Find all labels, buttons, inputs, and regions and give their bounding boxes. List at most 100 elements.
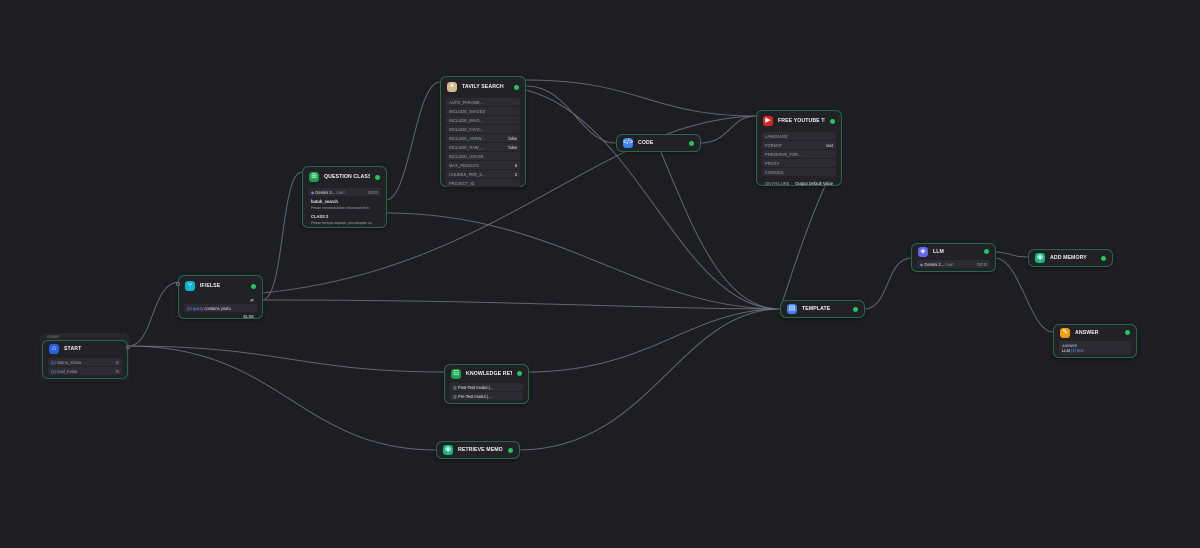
edit-icon[interactable]: ⊡ xyxy=(116,369,119,374)
edge-start-ifelse xyxy=(127,281,181,347)
youtube-node-title: FREE YOUTUBE TRANSCRI... xyxy=(778,118,825,124)
edge-knowledge-template xyxy=(527,308,781,373)
param-row[interactable]: INCLUDE_IMAGES xyxy=(446,107,520,115)
edit-icon[interactable]: ⊡ xyxy=(116,360,119,365)
class-1-name: butuh_search xyxy=(311,198,338,204)
document-icon: ▥ xyxy=(453,393,457,399)
status-success-icon xyxy=(508,447,513,453)
param-row[interactable]: PRESERVE_FOR... xyxy=(762,150,836,158)
param-row[interactable]: COOKIES xyxy=(762,168,836,176)
answer-node-title: ANSWER xyxy=(1075,329,1099,336)
knowledge-item-name: Post-Test modul (... xyxy=(458,384,494,390)
param-row[interactable]: PROJECT_ID xyxy=(446,179,520,187)
class-2-desc: Pesan berupa sapaan, percakapan us xyxy=(311,220,372,225)
llm-node[interactable]: ◈ LLM ◆ Gemini 3... CHAT ⊡⊡⊡ xyxy=(911,243,996,272)
model-badge: CHAT xyxy=(945,262,954,267)
status-success-icon xyxy=(853,306,858,312)
retrieve-memory-node-title: RETRIEVE MEMORY xyxy=(458,447,503,453)
param-name: PRESERVE_FOR... xyxy=(765,151,802,157)
param-row[interactable]: INCLUDE_USAGE xyxy=(446,152,520,160)
class-2-name-row: CLASS 2 xyxy=(308,213,381,219)
knowledge-retrieval-node[interactable]: ⊟ KNOWLEDGE RETRIEVAL ▥ Post-Test modul … xyxy=(444,364,529,404)
status-success-icon xyxy=(375,174,380,180)
param-name: PROXY xyxy=(765,160,780,166)
gemini-icon: ◆ xyxy=(920,261,924,267)
param-row[interactable]: INCLUDE_FAVIC... xyxy=(446,125,520,133)
edge-retrieve-template xyxy=(518,308,781,451)
answer-node[interactable]: ✎ ANSWER ANSWER LLM {x} text xyxy=(1053,324,1137,358)
knowledge-icon: ⊟ xyxy=(451,368,461,379)
model-selector[interactable]: ◆ Gemini 3... CHAT ⊡⊡⊡ xyxy=(917,260,990,268)
home-icon: ⌂ xyxy=(49,344,59,354)
param-row[interactable]: INCLUDE_IMAG... xyxy=(446,116,520,124)
model-selector[interactable]: ◆ Gemini 3... CHAT ⊡⊡⊡ xyxy=(308,188,381,196)
knowledge-item-name: Pre-Test modul (... xyxy=(458,393,492,399)
template-node-title: TEMPLATE xyxy=(802,306,831,312)
workflow-edges xyxy=(127,79,1054,451)
memory-icon: ◉ xyxy=(443,445,453,455)
edge-llm-answer xyxy=(994,257,1054,333)
knowledge-item[interactable]: ▥ Pre-Test modul (... xyxy=(450,392,523,400)
add-memory-node[interactable]: ◉ ADD MEMORY xyxy=(1028,249,1113,267)
status-success-icon xyxy=(517,371,522,376)
on-failure-label: ON FAILURE xyxy=(765,180,790,186)
model-name: Gemini 3... xyxy=(315,189,336,195)
class-1-name-row: butuh_search xyxy=(308,198,381,204)
ifelse-node-title: IF/ELSE xyxy=(200,283,221,289)
status-success-icon xyxy=(830,118,835,124)
param-name: INCLUDE_ANSW... xyxy=(449,135,485,141)
youtube-transcript-node[interactable]: ▶ FREE YOUTUBE TRANSCRI... LANGUAGE FORMA… xyxy=(756,110,842,186)
start-var-row[interactable]: {x} Nama_Siswa ⊡ xyxy=(48,358,122,366)
answer-ref-node: LLM xyxy=(1062,347,1070,353)
param-row[interactable]: INCLUDE_ANSW... false xyxy=(446,134,520,142)
retrieve-memory-node[interactable]: ◉ RETRIEVE MEMORY xyxy=(436,441,520,459)
template-node[interactable]: ▤ TEMPLATE xyxy=(780,300,865,318)
else-label: ELSE xyxy=(243,313,254,319)
classifier-icon: ⊞ xyxy=(309,172,319,182)
class-2-desc-row: Pesan berupa sapaan, percakapan us xyxy=(308,220,381,225)
start-var-row[interactable]: {x} Asal_Kelas ⊡ xyxy=(48,367,122,375)
param-row[interactable]: CHUNKS_PER_S... 3 xyxy=(446,170,520,178)
class-1-desc: Pesan membutuhkan informasi berh xyxy=(311,205,369,210)
model-name: Gemini 3... xyxy=(924,261,945,267)
answer-content[interactable]: ANSWER LLM {x} text xyxy=(1059,341,1131,355)
param-row[interactable]: FORMAT text xyxy=(762,141,836,149)
edge-youtube-template xyxy=(779,185,826,310)
param-name: INCLUDE_USAGE xyxy=(449,153,484,159)
code-node[interactable]: </> CODE xyxy=(616,134,701,152)
edge-tavily-code xyxy=(525,85,617,144)
on-failure-row[interactable]: ON FAILURE Output Default Value xyxy=(762,179,836,187)
param-name: AUTO_PARAME... xyxy=(449,99,483,105)
knowledge-item[interactable]: ▥ Post-Test modul (... xyxy=(450,383,523,391)
status-success-icon xyxy=(984,249,989,254)
param-row[interactable]: PROXY xyxy=(762,159,836,167)
input-handle[interactable] xyxy=(176,282,180,286)
output-handle[interactable] xyxy=(126,345,130,349)
memory-icon: ◉ xyxy=(1035,253,1045,263)
model-tools-icon: ⊡⊡⊡ xyxy=(367,189,378,195)
variable-icon: {x} xyxy=(51,368,56,374)
code-icon: </> xyxy=(622,138,634,148)
tavily-node-title: TAVILY SEARCH xyxy=(462,84,504,90)
condition-value: youtu xyxy=(220,305,231,311)
status-success-icon xyxy=(251,283,256,289)
param-name: INCLUDE_IMAG... xyxy=(449,117,484,123)
status-success-icon xyxy=(689,140,694,146)
model-tools-icon: ⊡⊡⊡ xyxy=(976,261,987,267)
param-row[interactable]: LANGUAGE xyxy=(762,132,836,140)
edge-tavily-youtube xyxy=(525,79,757,117)
knowledge-node-title: KNOWLEDGE RETRIEVAL xyxy=(466,370,512,377)
edge-ifelse-template xyxy=(261,299,781,310)
condition-row[interactable]: {x} query contains youtu xyxy=(184,304,257,312)
condition-operator: contains xyxy=(204,305,220,311)
param-name: CHUNKS_PER_S... xyxy=(449,171,486,177)
ifelse-node[interactable]: ⑂ IF/ELSE IF {x} query contains youtu EL… xyxy=(176,275,263,319)
param-row[interactable]: MAX_RESULTS 5 xyxy=(446,161,520,169)
param-row[interactable]: AUTO_PARAME... xyxy=(446,98,520,106)
youtube-icon: ▶ xyxy=(763,116,773,126)
tavily-search-node[interactable]: ✦ TAVILY SEARCH AUTO_PARAME... INCLUDE_IM… xyxy=(440,76,526,187)
start-node[interactable]: ⌂ START {x} Nama_Siswa ⊡ {x} Asal_Kelas … xyxy=(42,340,130,379)
question-classifier-node[interactable]: ⊞ QUESTION CLASSIFIER ◆ Gemini 3... CHAT… xyxy=(302,166,387,228)
param-row[interactable]: INCLUDE_RAW_... false xyxy=(446,143,520,151)
if-label-row: IF xyxy=(184,297,257,303)
